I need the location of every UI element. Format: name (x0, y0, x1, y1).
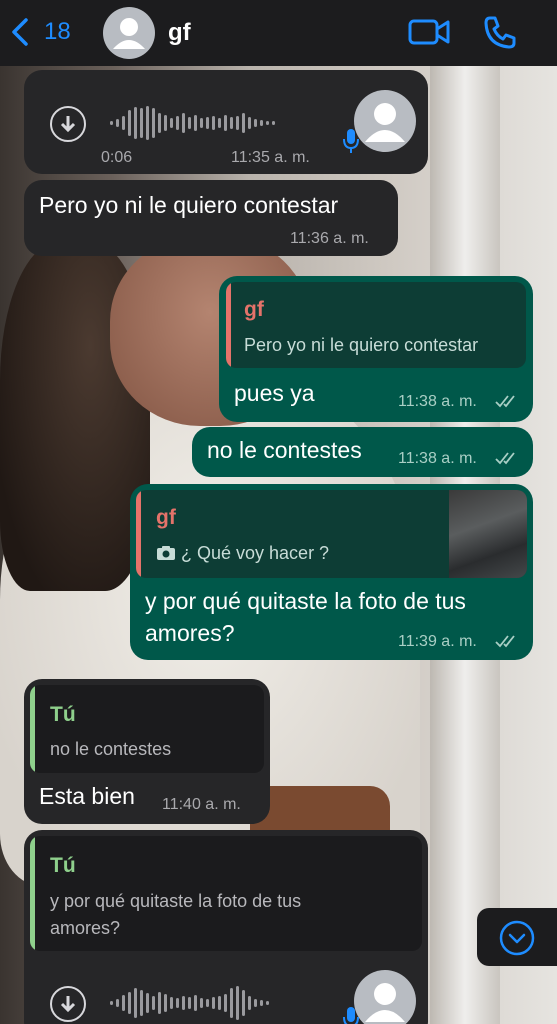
camera-icon (157, 546, 175, 560)
voice-waveform[interactable] (110, 105, 275, 141)
scroll-to-bottom-button[interactable] (477, 908, 557, 966)
quoted-message[interactable]: gf ¿ Qué voy hacer ? (136, 490, 527, 578)
sender-avatar (354, 90, 416, 152)
message-text-line1: y por qué quitaste la foto de tus (145, 588, 466, 614)
quote-photo-thumbnail (449, 490, 527, 578)
read-ticks-icon (495, 452, 515, 465)
microphone-icon (343, 129, 359, 153)
quote-text: Pero yo ni le quiero contestar (244, 335, 479, 355)
quote-author: gf (156, 506, 176, 529)
back-chevron-icon (12, 18, 28, 46)
message-time: 11:39 a. m. (398, 633, 477, 650)
message-time: 11:36 a. m. (290, 230, 369, 247)
quote-author: Tú (50, 703, 76, 726)
quoted-message[interactable]: Tú y por qué quitaste la foto de tus amo… (30, 836, 422, 951)
download-button[interactable] (50, 986, 86, 1022)
download-icon (60, 996, 76, 1013)
voice-waveform[interactable] (110, 985, 269, 1021)
read-ticks-icon (495, 635, 515, 648)
message-time: 11:38 a. m. (398, 393, 477, 410)
unread-count: 18 (44, 18, 71, 45)
quoted-message[interactable]: Tú no le contestes (30, 685, 264, 773)
quote-author: Tú (50, 854, 76, 877)
scroll-down-icon (499, 920, 535, 956)
read-ticks-icon (495, 395, 515, 408)
video-call-icon[interactable] (408, 16, 450, 48)
default-avatar-icon (365, 103, 405, 142)
message-text-line2: amores? (145, 620, 235, 646)
quoted-message[interactable]: gf Pero yo ni le quiero contestar (226, 282, 526, 368)
voice-message[interactable]: 0:06 11:35 a. m. (24, 70, 428, 174)
outgoing-message[interactable]: no le contestes 11:38 a. m. (192, 427, 533, 477)
message-text: Esta bien (39, 783, 135, 809)
message-time: 11:35 a. m. (231, 149, 310, 166)
voice-duration: 0:06 (101, 149, 133, 166)
contact-name[interactable]: gf (168, 19, 191, 47)
message-time: 11:40 a. m. (162, 796, 241, 813)
back-button[interactable]: 18 (10, 17, 71, 47)
message-text: no le contestes (207, 437, 362, 463)
contact-avatar[interactable] (103, 7, 155, 59)
quote-text: ¿ Qué voy hacer ? (181, 543, 330, 563)
outgoing-message[interactable]: gf Pero yo ni le quiero contestar pues y… (219, 276, 533, 422)
quote-author: gf (244, 298, 264, 321)
default-avatar-icon (113, 18, 145, 49)
quote-text-line1: y por qué quitaste la foto de tus (50, 891, 302, 911)
incoming-message[interactable]: Tú no le contestes Esta bien 11:40 a. m. (24, 679, 270, 824)
quote-bar (30, 836, 35, 951)
microphone-icon (343, 1007, 359, 1024)
quote-text: no le contestes (50, 739, 172, 759)
message-text: Pero yo ni le quiero contestar (39, 192, 339, 218)
chat-header: 18 gf (0, 0, 557, 66)
incoming-message[interactable]: Tú y por qué quitaste la foto de tus amo… (24, 830, 428, 1024)
sender-avatar (354, 970, 416, 1024)
quote-bar (226, 282, 231, 368)
incoming-message[interactable]: Pero yo ni le quiero contestar 11:36 a. … (24, 180, 398, 256)
outgoing-message[interactable]: gf ¿ Qué voy hacer ? y por qué quitaste … (130, 484, 533, 660)
quote-bar (136, 490, 141, 578)
message-text: pues ya (234, 380, 315, 406)
default-avatar-icon (365, 983, 405, 1022)
phone-call-icon[interactable] (482, 14, 518, 50)
message-time: 11:38 a. m. (398, 450, 477, 467)
download-icon (60, 116, 76, 133)
download-button[interactable] (50, 106, 86, 142)
quote-text-line2: amores? (50, 918, 121, 938)
quote-bar (30, 685, 35, 773)
